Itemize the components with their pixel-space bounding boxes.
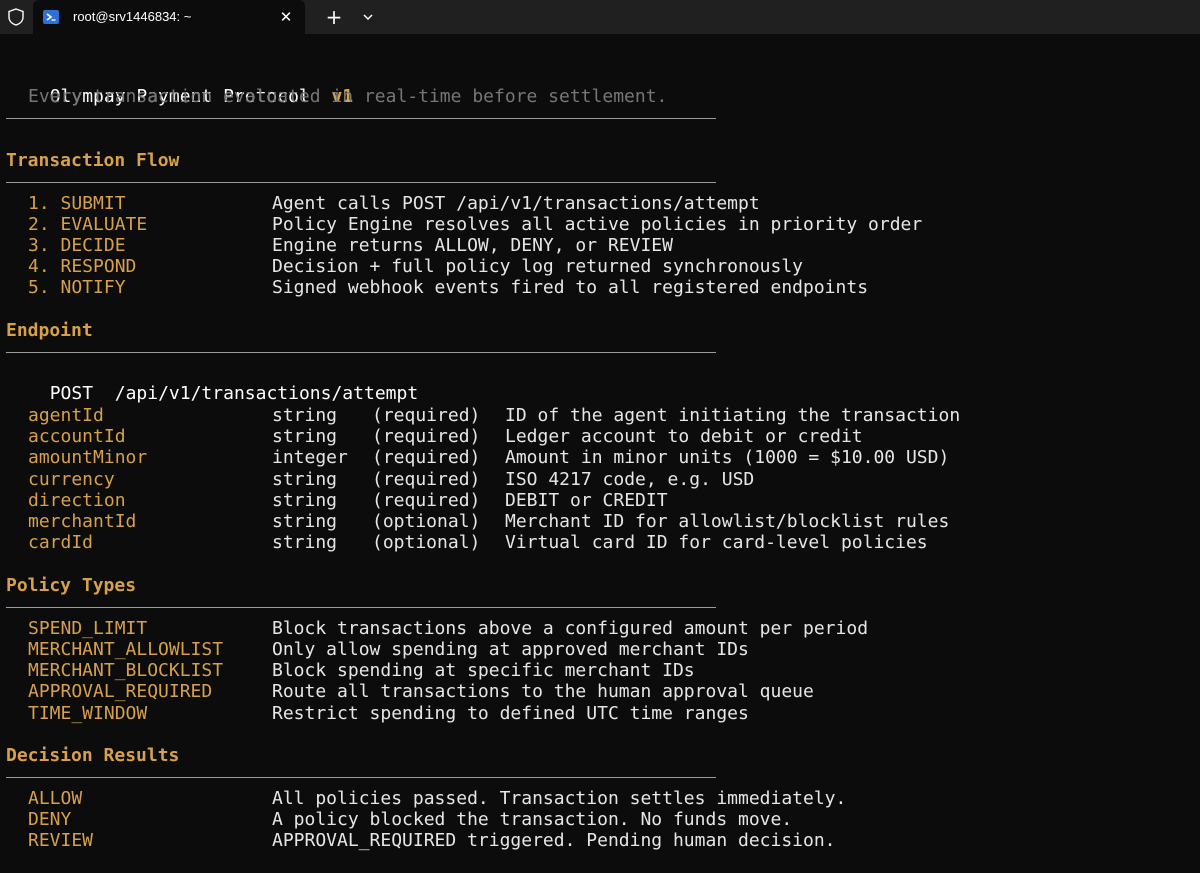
policy-type-desc: Route all transactions to the human appr…	[272, 681, 814, 702]
param-required: (required)	[372, 490, 481, 511]
param-name: cardId	[28, 532, 94, 553]
policy-type-name: APPROVAL_REQUIRED	[28, 681, 213, 702]
policy-type-desc: Restrict spending to defined UTC time ra…	[272, 703, 749, 724]
param-type: string	[272, 532, 338, 553]
param-type: string	[272, 469, 338, 490]
param-type: string	[272, 405, 338, 426]
tab-title: root@srv1446834: ~	[73, 9, 192, 24]
param-desc: Merchant ID for allowlist/blocklist rule…	[505, 511, 950, 532]
new-tab-button[interactable]: +	[323, 5, 345, 29]
param-required: (optional)	[372, 532, 481, 553]
decision-desc: All policies passed. Transaction settles…	[272, 788, 847, 809]
param-desc: Amount in minor units (1000 = $10.00 USD…	[505, 447, 950, 468]
close-tab-icon[interactable]: ✕	[277, 8, 295, 26]
policy-type-desc: Block transactions above a configured am…	[272, 618, 869, 639]
tab-bar: root@srv1446834: ~ ✕ +	[0, 0, 1200, 34]
flow-desc: Agent calls POST /api/v1/transactions/at…	[272, 193, 760, 214]
policy-type-name: MERCHANT_ALLOWLIST	[28, 639, 224, 660]
param-required: (required)	[372, 447, 481, 468]
flow-step: 2. EVALUATE	[28, 214, 148, 235]
policy-type-desc: Only allow spending at approved merchant…	[272, 639, 749, 660]
param-type: string	[272, 511, 338, 532]
endpoint-signature: POST /api/v1/transactions/attempt	[28, 362, 418, 404]
endpoint-path: /api/v1/transactions/attempt	[114, 383, 419, 404]
param-name: amountMinor	[28, 447, 148, 468]
param-desc: Virtual card ID for card-level policies	[505, 532, 928, 553]
section-heading-endpoint: Endpoint	[6, 320, 93, 341]
section-heading-flow: Transaction Flow	[6, 150, 180, 171]
param-required: (required)	[372, 469, 481, 490]
terminal-tab[interactable]: root@srv1446834: ~ ✕	[33, 0, 305, 34]
policy-type-name: SPEND_LIMIT	[28, 618, 148, 639]
policy-type-name: TIME_WINDOW	[28, 703, 148, 724]
flow-step: 1. SUBMIT	[28, 193, 126, 214]
section-heading-policy-types: Policy Types	[6, 575, 137, 596]
flow-step: 3. DECIDE	[28, 235, 126, 256]
section-heading-decisions: Decision Results	[6, 745, 180, 766]
param-desc: ISO 4217 code, e.g. USD	[505, 469, 755, 490]
param-name: direction	[28, 490, 126, 511]
param-desc: DEBIT or CREDIT	[505, 490, 668, 511]
param-name: agentId	[28, 405, 104, 426]
decision-name: REVIEW	[28, 830, 94, 851]
flow-desc: Signed webhook events fired to all regis…	[272, 277, 869, 298]
decision-desc: APPROVAL_REQUIRED triggered. Pending hum…	[272, 830, 836, 851]
flow-step: 5. NOTIFY	[28, 277, 126, 298]
param-name: merchantId	[28, 511, 137, 532]
param-required: (optional)	[372, 511, 481, 532]
flow-desc: Engine returns ALLOW, DENY, or REVIEW	[272, 235, 673, 256]
chevron-down-icon[interactable]	[358, 7, 378, 27]
policy-type-name: MERCHANT_BLOCKLIST	[28, 660, 224, 681]
param-type: integer	[272, 447, 348, 468]
policy-type-desc: Block spending at specific merchant IDs	[272, 660, 695, 681]
divider	[6, 352, 716, 353]
shield-icon[interactable]	[6, 7, 26, 27]
divider	[6, 607, 716, 608]
param-name: accountId	[28, 426, 126, 447]
flow-desc: Policy Engine resolves all active polici…	[272, 214, 923, 235]
page-subtitle: Every transaction evaluated in real-time…	[28, 86, 668, 107]
flow-step: 4. RESPOND	[28, 256, 137, 277]
http-method: POST	[49, 383, 94, 404]
decision-name: ALLOW	[28, 788, 83, 809]
page-title: Olympay Payment Protocol v1	[28, 65, 353, 107]
param-name: currency	[28, 469, 115, 490]
divider	[6, 777, 716, 778]
param-desc: Ledger account to debit or credit	[505, 426, 863, 447]
param-required: (required)	[372, 405, 481, 426]
powershell-icon	[43, 10, 59, 24]
param-type: string	[272, 426, 338, 447]
flow-desc: Decision + full policy log returned sync…	[272, 256, 804, 277]
divider	[6, 118, 716, 119]
divider	[6, 182, 716, 183]
param-desc: ID of the agent initiating the transacti…	[505, 405, 961, 426]
decision-name: DENY	[28, 809, 72, 830]
param-type: string	[272, 490, 338, 511]
decision-desc: A policy blocked the transaction. No fun…	[272, 809, 793, 830]
param-required: (required)	[372, 426, 481, 447]
